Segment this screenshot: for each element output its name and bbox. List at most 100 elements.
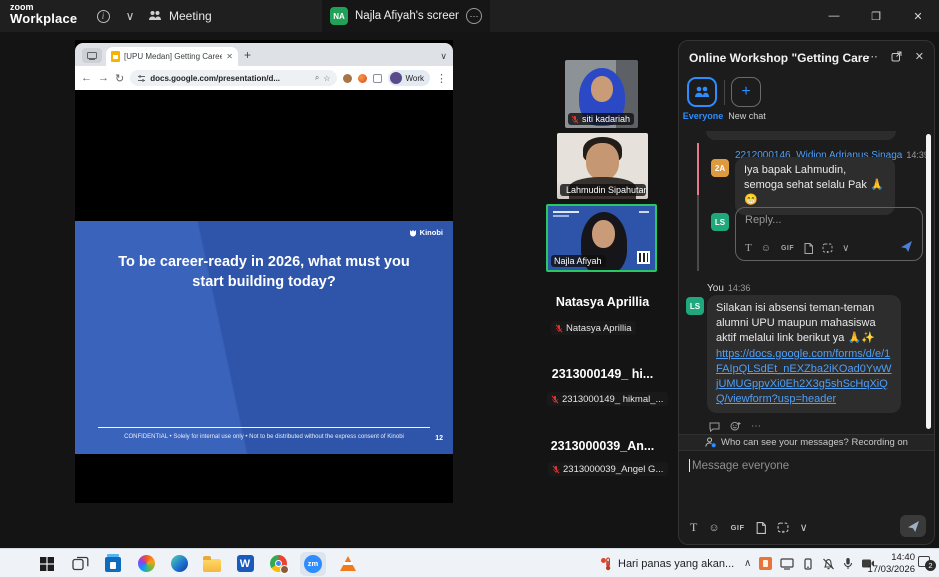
maximize-button[interactable]: ❐	[855, 0, 897, 32]
privacy-person-icon	[705, 437, 716, 448]
screenshot-icon[interactable]	[777, 522, 789, 533]
tab-meeting[interactable]: Meeting	[148, 0, 212, 32]
tab-options-icon[interactable]: ⋯	[466, 8, 482, 24]
compose-area[interactable]: Message everyone T ☺ GIF ∨	[679, 451, 934, 545]
taskbar-weather[interactable]: Hari panas yang akan...	[600, 549, 734, 577]
phone-link-icon[interactable]	[802, 558, 814, 570]
chat-title: Online Workshop "Getting Career-Ready: U…	[689, 51, 869, 65]
pop-out-icon[interactable]	[891, 51, 902, 62]
zoom-workplace-window: zoom Workplace i ∨ Meeting NA Najla Afiy…	[0, 0, 939, 577]
message-bubble[interactable]: Iya bapak Lahmudin, semoga sehat selalu …	[735, 157, 895, 215]
window-controls: — ❐ ✕	[813, 0, 939, 32]
chat-scrollbar[interactable]	[926, 134, 931, 429]
slide-page-number: 12	[435, 435, 443, 442]
video-tile-najla-active-speaker[interactable]: Najla Afiyah	[546, 204, 657, 272]
address-bar[interactable]: docs.google.com/presentation/d... ⌕ ☆	[130, 70, 337, 86]
tab-search-button[interactable]	[82, 48, 102, 63]
mini-qr-code	[637, 251, 650, 264]
tab-everyone[interactable]	[687, 77, 717, 107]
more-actions-icon[interactable]: ⋯	[751, 421, 761, 432]
display-icon[interactable]	[780, 558, 794, 570]
zoom-page-icon[interactable]: ⌕	[315, 73, 319, 83]
quote-reply-icon[interactable]	[709, 422, 720, 432]
partial-message-bubble	[706, 131, 896, 140]
chat-messages[interactable]: 2212000146_Widion Adrianus Sinaga14:39 2…	[679, 131, 934, 434]
new-chat-button[interactable]: +	[731, 77, 761, 107]
back-icon[interactable]: ←	[81, 72, 92, 84]
gif-icon[interactable]: GIF	[780, 244, 795, 253]
minimize-button[interactable]: —	[813, 0, 855, 32]
bell-off-icon[interactable]	[822, 558, 835, 570]
tab-najla-screen[interactable]: NA Najla Afiyah's screen ⋯	[322, 0, 490, 32]
format-text-icon[interactable]: T	[690, 520, 697, 535]
task-view-button[interactable]	[69, 553, 91, 575]
zoom-app-button-active[interactable]: zm	[300, 552, 326, 576]
word-button[interactable]: W	[234, 553, 256, 575]
reload-icon[interactable]: ↻	[115, 72, 124, 85]
gif-icon[interactable]: GIF	[731, 523, 745, 532]
windows-icon	[39, 556, 55, 572]
chat-header-icons: ⋯ ✕	[867, 50, 924, 63]
emoji-icon[interactable]: ☺	[761, 243, 771, 254]
format-text-icon[interactable]: T	[745, 242, 752, 254]
file-explorer-button[interactable]	[201, 553, 223, 575]
plus-icon: +	[741, 83, 750, 101]
browser-profile-chip[interactable]: Work	[388, 70, 430, 86]
chevron-down-icon[interactable]: ∨	[842, 243, 849, 254]
bookmark-star-icon[interactable]: ☆	[323, 74, 330, 83]
notification-center-button[interactable]: 2	[918, 555, 933, 569]
privacy-text: Who can see your messages? Recording on	[721, 437, 908, 448]
compose-toolbar: T ☺ GIF ∨	[690, 520, 808, 535]
browser-chevron-icon[interactable]: ∨	[440, 51, 447, 62]
info-button[interactable]: i	[88, 0, 118, 32]
screenshot-icon[interactable]	[822, 243, 833, 253]
attach-file-icon[interactable]	[804, 243, 813, 254]
participant-name-label: Najla Afiyah	[551, 255, 606, 267]
tab-divider	[724, 80, 725, 105]
presentation-background: Kinobi To be career-ready in 2026, what …	[75, 90, 453, 503]
extension-icon-3[interactable]	[373, 74, 382, 83]
chat-close-icon[interactable]: ✕	[915, 50, 924, 63]
chrome-profile-photo	[280, 565, 289, 574]
google-slides-icon	[111, 51, 120, 62]
mini-slide-line	[639, 211, 649, 213]
privacy-notice[interactable]: Who can see your messages? Recording on	[679, 434, 934, 451]
chevron-down-icon[interactable]: ∨	[118, 0, 142, 32]
chrome-button[interactable]	[267, 553, 289, 575]
thermometer-icon	[600, 557, 612, 571]
reply-input[interactable]: Reply... T ☺ GIF ∨	[735, 207, 923, 261]
attach-file-icon[interactable]	[756, 522, 766, 534]
browser-menu-icon[interactable]: ⋮	[436, 72, 447, 85]
browser-tab-active[interactable]: [UPU Medan] Getting Career ✕	[106, 47, 238, 66]
avatar: LS	[711, 213, 729, 231]
extension-icon-2[interactable]	[358, 74, 367, 83]
tray-app-icon[interactable]	[759, 557, 772, 570]
vlc-button[interactable]	[337, 553, 359, 575]
edge-button[interactable]	[168, 553, 190, 575]
tab-close-icon[interactable]: ✕	[226, 52, 233, 61]
video-tile-lahmudin[interactable]: Lahmudin Sipahutar .	[557, 133, 648, 199]
video-tile-siti[interactable]: siti kadariah	[565, 60, 638, 128]
send-icon[interactable]	[900, 240, 913, 253]
close-button[interactable]: ✕	[897, 0, 939, 32]
microsoft-store-button[interactable]	[102, 553, 124, 575]
hidden-icons-chevron[interactable]: ∧	[744, 558, 751, 569]
emoji-icon[interactable]: ☺	[708, 522, 719, 534]
send-button[interactable]	[900, 515, 926, 537]
extension-icon-1[interactable]	[343, 74, 352, 83]
chat-more-icon[interactable]: ⋯	[867, 50, 878, 63]
add-reaction-icon[interactable]	[730, 421, 741, 432]
taskbar-clock[interactable]: 14:40 17/03/2026	[853, 552, 915, 576]
forward-icon[interactable]: →	[98, 72, 109, 84]
unread-indicator	[697, 143, 699, 195]
start-button[interactable]	[36, 553, 58, 575]
participant-face	[586, 143, 619, 180]
microphone-icon[interactable]	[843, 557, 853, 570]
message-bubble[interactable]: Silakan isi absensi teman-teman alumni U…	[707, 295, 901, 413]
message-time: 14:36	[728, 283, 751, 293]
mic-muted-icon	[571, 115, 579, 124]
message-link[interactable]: https://docs.google.com/forms/d/e/1FAIpQ…	[716, 347, 892, 408]
copilot-button[interactable]	[135, 553, 157, 575]
new-tab-button[interactable]: +	[244, 48, 251, 62]
chevron-down-icon[interactable]: ∨	[800, 521, 808, 534]
